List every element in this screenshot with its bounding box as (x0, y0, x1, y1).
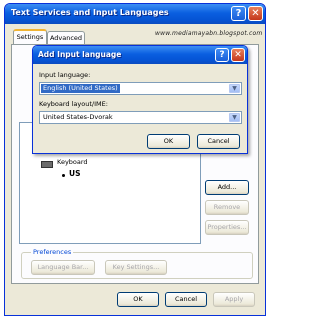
keyboard-layout-select[interactable]: United States-Dvorak ▼ (39, 111, 242, 124)
properties-button[interactable]: Properties... (205, 220, 249, 235)
window-titlebar[interactable]: Text Services and Input Languages ? ✕ (5, 4, 265, 24)
language-bar-button[interactable]: Language Bar... (31, 260, 95, 275)
key-settings-button[interactable]: Key Settings... (105, 260, 167, 275)
dialog-close-button[interactable]: ✕ (231, 48, 245, 62)
chevron-down-icon[interactable]: ▼ (229, 113, 240, 122)
bullet-icon (62, 174, 65, 177)
dialog-titlebar[interactable]: Add Input language ? ✕ (33, 46, 247, 64)
dialog-help-button[interactable]: ? (215, 48, 229, 62)
remove-button[interactable]: Remove (205, 200, 249, 215)
dialog-title: Add Input language (38, 50, 122, 59)
tab-advanced[interactable]: Advanced (47, 31, 85, 44)
tab-settings[interactable]: Settings (13, 29, 47, 44)
chevron-down-icon[interactable]: ▼ (229, 84, 240, 93)
ok-button[interactable]: OK (117, 292, 159, 307)
input-language-select[interactable]: English (United States) ▼ (39, 82, 242, 95)
keyboard-service-label: Keyboard (57, 158, 88, 166)
watermark-text: www.mediamayabn.blogspot.com (155, 30, 263, 37)
window-title: Text Services and Input Languages (11, 8, 169, 17)
help-button[interactable]: ? (231, 6, 246, 21)
preferences-label: Preferences (31, 248, 74, 256)
dialog-ok-button[interactable]: OK (147, 134, 190, 149)
add-input-language-dialog: Add Input language ? ✕ Input language: E… (32, 45, 248, 154)
add-button[interactable]: Add... (205, 180, 249, 195)
apply-button[interactable]: Apply (213, 292, 255, 307)
close-button[interactable]: ✕ (248, 6, 263, 21)
input-language-value: English (United States) (41, 84, 120, 93)
input-language-label: Input language: (39, 71, 91, 79)
us-layout-item[interactable]: US (69, 169, 81, 178)
keyboard-layout-value: United States-Dvorak (43, 113, 113, 121)
dialog-cancel-button[interactable]: Cancel (197, 134, 240, 149)
cancel-button[interactable]: Cancel (165, 292, 207, 307)
keyboard-layout-label: Keyboard layout/IME: (39, 100, 108, 108)
keyboard-icon (41, 161, 53, 168)
